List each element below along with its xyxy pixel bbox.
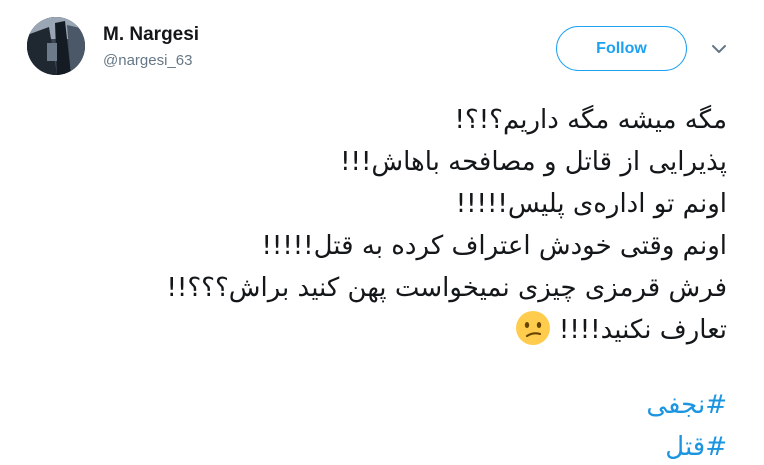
tweet-line: پذیرایی از قاتل و مصافحه باهاش!!! [340, 147, 727, 177]
hashtag-link[interactable]: #قتل [646, 426, 727, 465]
display-name[interactable]: M. Nargesi [103, 24, 199, 46]
hashtag-link[interactable]: #نجفی [646, 384, 727, 426]
tweet-line-last: تعارف نکنید!!!! [37, 309, 727, 351]
tweet-line: اونم وقتی خودش اعتراف کرده به قتل!!!!! [261, 231, 727, 261]
tweet-card: M. Nargesi @nargesi_63 Follow مگه میشه م… [0, 0, 764, 465]
avatar[interactable] [27, 17, 85, 75]
confused-face-icon [515, 310, 551, 346]
tweet-text: مگه میشه مگه داریم؟!؟! پذیرایی از قاتل و… [37, 99, 727, 351]
chevron-down-icon[interactable] [710, 42, 728, 56]
avatar-image [27, 17, 85, 75]
user-handle[interactable]: @nargesi_63 [103, 52, 192, 69]
tweet-line-text: تعارف نکنید!!!! [558, 315, 727, 345]
follow-button[interactable]: Follow [556, 26, 687, 71]
tweet-line: اونم تو اداره‌ی پلیس!!!!! [455, 189, 727, 219]
tweet-line: مگه میشه مگه داریم؟!؟! [454, 105, 728, 135]
hashtag-list: #نجفی #قتل [646, 384, 727, 465]
tweet-line: فرش قرمزی چیزی نمیخواست پهن کنید براش؟؟؟… [166, 273, 728, 303]
